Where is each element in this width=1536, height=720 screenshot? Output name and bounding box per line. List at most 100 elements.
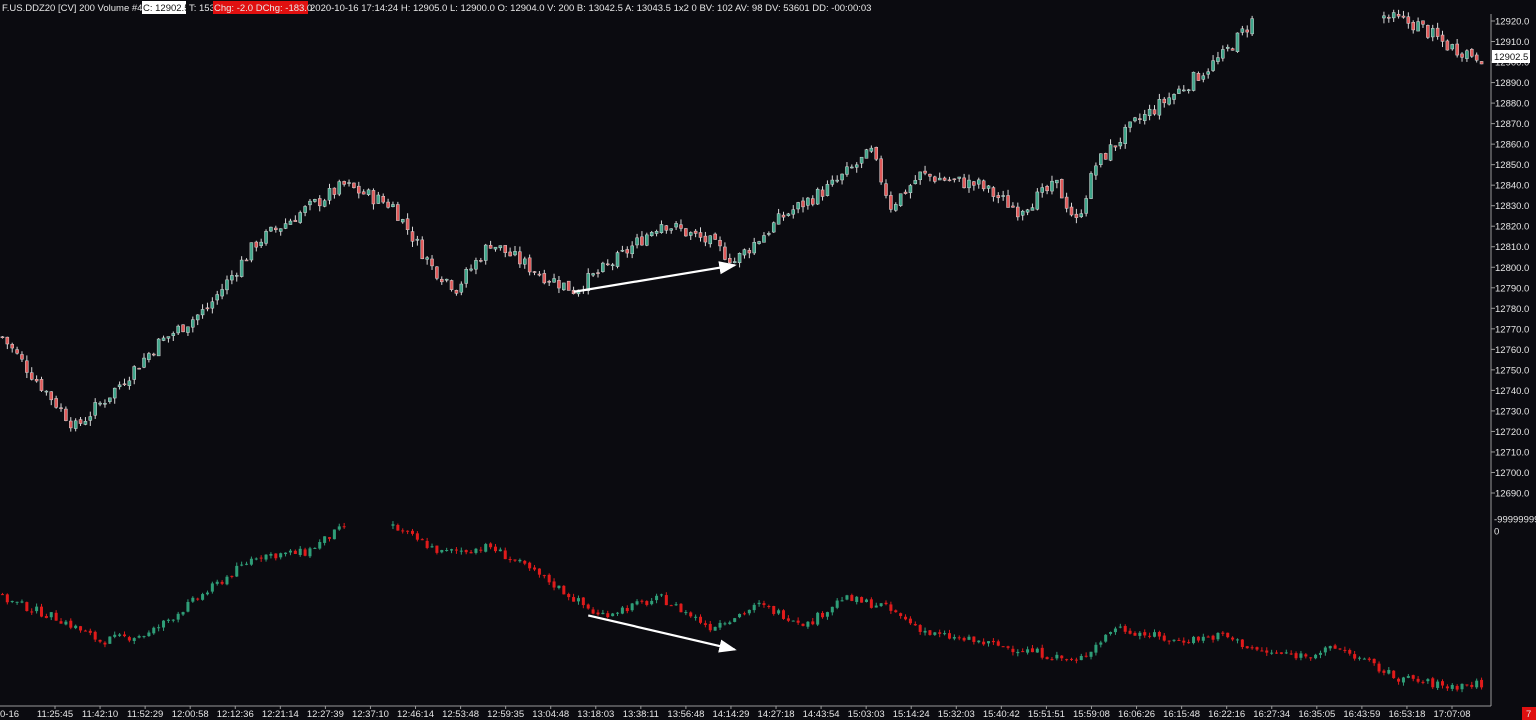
lower-body: [1035, 648, 1039, 653]
lower-body: [235, 565, 239, 577]
lower-body: [1260, 650, 1264, 652]
price-body: [923, 170, 927, 174]
lower-body: [293, 550, 297, 555]
lower-body: [49, 612, 53, 618]
lower-body: [1069, 658, 1074, 660]
lower-candle: [401, 528, 405, 534]
price-tick-label: 12860.0: [1495, 140, 1529, 151]
lower-body: [1030, 648, 1034, 653]
price-body: [298, 212, 302, 223]
price-body: [1108, 144, 1113, 161]
lower-body: [1187, 642, 1191, 644]
price-body: [1182, 89, 1186, 92]
price-body: [620, 249, 625, 252]
price-body: [708, 235, 713, 245]
lower-body: [1314, 654, 1318, 659]
lower-candle: [962, 636, 966, 642]
price-tick-label: 12710.0: [1495, 447, 1529, 458]
price-candle: [410, 226, 415, 247]
price-candle: [381, 193, 385, 204]
price-candle: [820, 186, 825, 201]
price-body: [410, 231, 415, 242]
price-body: [498, 245, 503, 249]
lower-body: [205, 592, 209, 595]
price-body: [259, 241, 263, 246]
price-candle: [1142, 109, 1147, 125]
lower-candle: [245, 561, 249, 566]
lower-body: [298, 548, 302, 556]
lower-candle: [1348, 648, 1352, 656]
lower-candle: [425, 537, 429, 550]
lower-candle: [703, 620, 707, 628]
lower-body: [982, 641, 986, 645]
lower-body: [1245, 646, 1249, 649]
lower-body: [723, 623, 727, 625]
price-candle: [444, 278, 449, 283]
price-body: [1138, 118, 1142, 120]
price-body: [986, 185, 991, 189]
price-candle: [317, 195, 322, 212]
price-body: [483, 244, 488, 261]
lower-body: [74, 625, 78, 629]
price-candle: [693, 229, 698, 238]
price-body: [605, 263, 610, 266]
price-body: [117, 384, 122, 388]
price-body: [103, 403, 107, 405]
lower-body: [54, 612, 58, 621]
lower-candle: [137, 634, 141, 639]
lower-candle: [79, 625, 83, 633]
price-body: [527, 257, 532, 273]
price-body: [1079, 213, 1084, 218]
lower-candle: [489, 542, 493, 550]
lower-candle: [1152, 629, 1157, 638]
price-body: [557, 280, 561, 289]
price-body: [649, 232, 654, 237]
lower-body: [650, 600, 654, 605]
lower-body: [245, 563, 249, 565]
price-candle: [479, 257, 483, 263]
lower-candle: [679, 603, 683, 613]
lower-body: [288, 550, 292, 553]
lower-body: [186, 601, 190, 612]
lower-candle: [147, 630, 151, 637]
lower-body: [484, 544, 488, 552]
lower-body: [225, 576, 229, 585]
price-axis[interactable]: 12920.012910.012900.012890.012880.012870…: [1491, 17, 1529, 500]
price-tick-label: 12920.0: [1495, 17, 1529, 28]
lower-candle: [908, 616, 912, 625]
price-body: [1206, 71, 1210, 75]
lower-body: [1358, 657, 1362, 659]
lower-body: [1011, 648, 1015, 653]
price-body: [542, 273, 547, 284]
price-candle: [850, 164, 854, 169]
time-tick-label: 11:25:45: [37, 709, 73, 720]
lower-candle: [1123, 624, 1127, 635]
lower-body: [567, 594, 571, 598]
lower-body: [503, 550, 507, 560]
price-body: [1167, 97, 1171, 105]
price-body: [93, 402, 97, 416]
lower-body: [581, 597, 585, 606]
lower-candle: [1060, 655, 1064, 661]
price-body: [488, 244, 493, 249]
lower-candle: [332, 529, 336, 540]
price-candle: [293, 215, 298, 222]
price-body: [615, 252, 620, 267]
lower-candle: [288, 549, 292, 556]
lower-candle: [1069, 657, 1074, 662]
lower-body: [342, 526, 346, 528]
price-body: [78, 419, 83, 424]
price-candle: [1123, 124, 1127, 149]
price-body: [205, 307, 210, 310]
time-tick-label: 13:18:03: [577, 709, 614, 720]
lower-candle: [1333, 643, 1337, 649]
time-axis[interactable]: 0-16 11:25:45 11:42:10 11:52:29 12:00:58 12:1…: [0, 706, 1470, 720]
lower-axis[interactable]: -999999990: [1494, 515, 1536, 538]
lower-candle: [1143, 629, 1147, 638]
price-candle: [791, 205, 796, 219]
lower-candle: [620, 605, 624, 615]
price-body: [801, 200, 805, 208]
lower-candle: [591, 607, 595, 615]
price-candle: [1479, 61, 1484, 65]
lower-body: [1084, 655, 1088, 657]
